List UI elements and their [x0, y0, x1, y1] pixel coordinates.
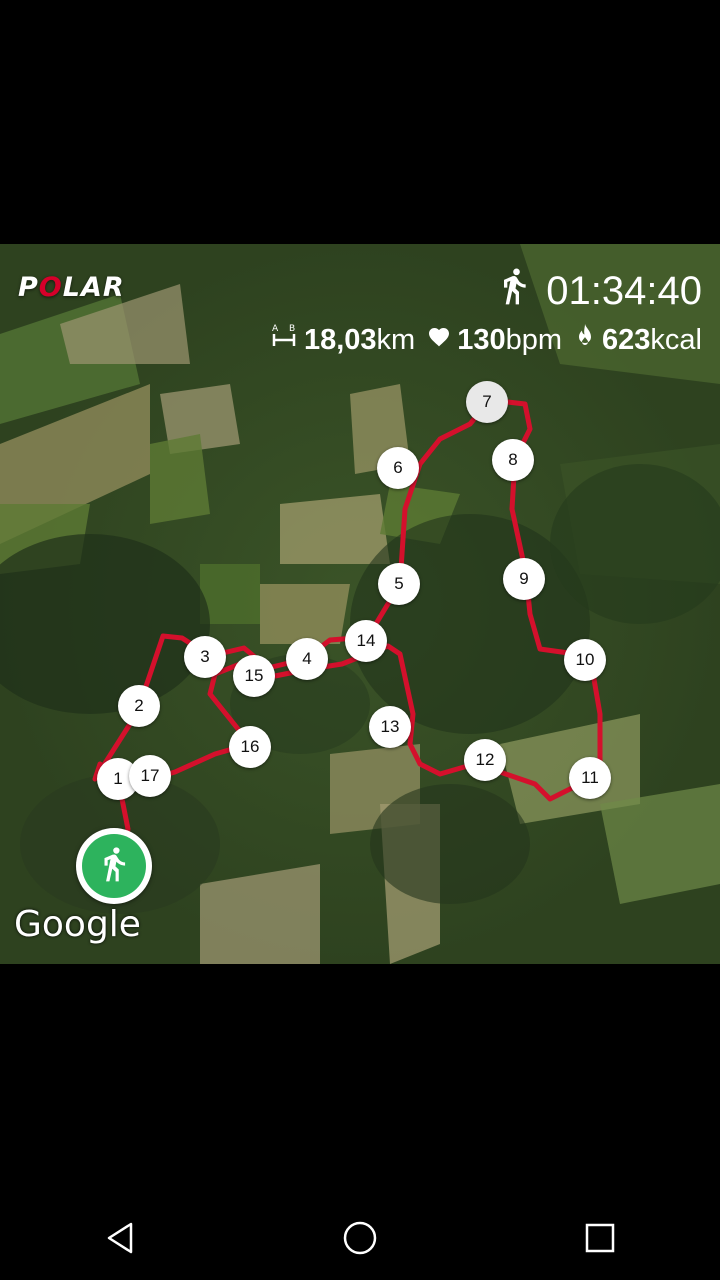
- lap-marker[interactable]: 15: [233, 655, 275, 697]
- home-button[interactable]: [280, 1200, 440, 1280]
- calories-stat: 623kcal: [574, 323, 702, 357]
- lap-marker[interactable]: 3: [184, 636, 226, 678]
- duration-value: 01:34:40: [546, 268, 702, 313]
- lap-marker[interactable]: 12: [464, 739, 506, 781]
- lap-marker[interactable]: 14: [345, 620, 387, 662]
- calories-value: 623: [602, 323, 651, 356]
- recents-button[interactable]: [520, 1200, 680, 1280]
- lap-marker[interactable]: 10: [564, 639, 606, 681]
- lap-marker[interactable]: 8: [492, 439, 534, 481]
- lap-marker[interactable]: 7: [466, 381, 508, 423]
- distance-unit: km: [376, 323, 416, 356]
- android-navigation-bar: [0, 1200, 720, 1280]
- distance-value: 18,03: [303, 323, 377, 356]
- flame-icon: [574, 323, 596, 357]
- heart-rate-value: 130: [457, 323, 506, 356]
- heart-rate-unit: bpm: [505, 323, 563, 356]
- distance-stat: AB 18,03km: [270, 322, 415, 358]
- lap-marker[interactable]: 17: [129, 755, 171, 797]
- back-button[interactable]: [40, 1200, 200, 1280]
- lap-marker[interactable]: 6: [377, 447, 419, 489]
- start-marker[interactable]: [76, 828, 152, 904]
- lap-marker[interactable]: 9: [503, 558, 545, 600]
- lap-marker[interactable]: 13: [369, 706, 411, 748]
- distance-icon: AB: [270, 322, 298, 358]
- back-icon: [103, 1221, 137, 1260]
- lap-marker[interactable]: 4: [286, 638, 328, 680]
- heart-rate-stat: 130bpm: [427, 324, 562, 357]
- calories-unit: kcal: [650, 323, 702, 356]
- home-icon: [342, 1220, 378, 1261]
- stats-row: AB 18,03km 130bpm 623kcal: [270, 322, 702, 358]
- polar-logo: POLAR: [18, 272, 125, 303]
- heart-icon: [427, 324, 451, 357]
- svg-text:A: A: [272, 324, 279, 334]
- running-person-icon: [494, 266, 534, 316]
- google-attribution: Google: [14, 904, 141, 945]
- lap-marker[interactable]: 11: [569, 757, 611, 799]
- recents-icon: [584, 1222, 616, 1259]
- lap-marker[interactable]: 16: [229, 726, 271, 768]
- running-start-icon: [95, 845, 133, 888]
- svg-text:B: B: [289, 324, 295, 334]
- lap-marker[interactable]: 5: [378, 563, 420, 605]
- duration-row: 01:34:40: [494, 266, 702, 316]
- lap-marker[interactable]: 2: [118, 685, 160, 727]
